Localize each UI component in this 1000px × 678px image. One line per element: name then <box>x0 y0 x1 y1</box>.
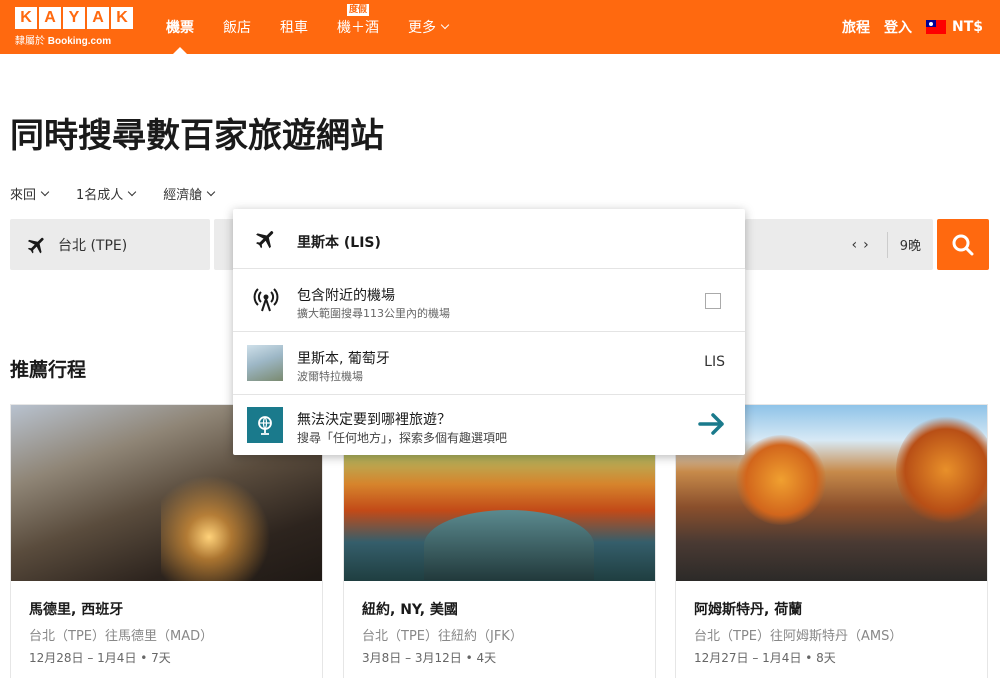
date-field[interactable]: ‹› 9晚 <box>745 219 933 270</box>
login-link[interactable]: 登入 <box>884 17 912 37</box>
destination-input-row[interactable]: 里斯本 (LIS) <box>233 209 745 269</box>
destination-dropdown: 里斯本 (LIS) 包含附近的機場 擴大範圍搜尋113公里內的機場 里斯本, 葡… <box>233 209 745 455</box>
card-title: 阿姆斯特丹, 荷蘭 <box>694 602 803 618</box>
card-route: 台北（TPE）往阿姆斯特丹（AMS） <box>694 629 903 644</box>
chevron-down-icon <box>128 187 137 196</box>
card-dates: 12月27日 – 1月4日 • 8天 <box>694 651 836 665</box>
card-body: 阿姆斯特丹, 荷蘭 台北（TPE）往阿姆斯特丹（AMS） 12月27日 – 1月… <box>676 581 987 666</box>
logo-letter: K <box>111 7 133 29</box>
destination-input-value[interactable]: 里斯本 (LIS) <box>297 232 381 252</box>
logo-letters: K A Y A K <box>15 7 135 29</box>
arrow-right-icon[interactable] <box>697 411 727 437</box>
packages-badge: 度假 <box>346 4 370 16</box>
header-actions: 旅程 登入 NT$ <box>842 0 983 54</box>
trips-link[interactable]: 旅程 <box>842 17 870 37</box>
plane-icon <box>253 226 279 252</box>
main-nav: 機票 飯店 租車 度假 機＋酒 更多 <box>166 0 477 54</box>
logo-sub-brand: Booking.com <box>47 36 112 47</box>
nav-flights[interactable]: 機票 <box>166 0 194 54</box>
lisbon-airport-option[interactable]: 里斯本, 葡萄牙 波爾特拉機場 LIS <box>233 332 745 395</box>
nearby-airports-option[interactable]: 包含附近的機場 擴大範圍搜尋113公里內的機場 <box>233 269 745 332</box>
nav-flights-label: 機票 <box>166 20 194 36</box>
nav-more-label: 更多 <box>408 20 436 36</box>
nav-cars[interactable]: 租車 <box>280 0 308 54</box>
card-title: 紐約, NY, 美國 <box>362 602 458 618</box>
logo-letter: K <box>15 7 37 29</box>
card-body: 紐約, NY, 美國 台北（TPE）往紐約（JFK） 3月8日 – 3月12日 … <box>344 581 655 666</box>
search-button[interactable] <box>937 219 989 270</box>
chevron-down-icon <box>440 20 450 30</box>
park-pond <box>424 510 594 580</box>
nearby-airports-title: 包含附近的機場 <box>297 288 395 304</box>
card-route: 台北（TPE）往馬德里（MAD） <box>29 629 214 644</box>
logo-subtitle: 隸屬於 Booking.com <box>15 32 135 47</box>
logo-letter: A <box>39 7 61 29</box>
nearby-airports-checkbox[interactable] <box>705 293 721 309</box>
travelers-label: 1名成人 <box>76 188 124 203</box>
currency-label: NT$ <box>951 19 983 35</box>
nav-hotels-label: 飯店 <box>223 20 251 36</box>
date-arrows[interactable]: ‹› <box>852 237 875 253</box>
logo-sub-prefix: 隸屬於 <box>15 36 45 47</box>
globe-icon <box>247 407 283 443</box>
card-dates: 12月28日 – 1月4日 • 7天 <box>29 651 171 665</box>
trip-type-label: 來回 <box>10 188 37 203</box>
chevron-down-icon <box>40 187 50 196</box>
card-dates: 3月8日 – 3月12日 • 4天 <box>362 651 497 665</box>
radar-tower-icon <box>253 287 279 313</box>
date-divider <box>886 231 888 258</box>
anywhere-subtitle: 搜尋「任何地方」，探索多個有趣選項吧 <box>297 431 508 445</box>
travelers-selector[interactable]: 1名成人 <box>76 184 137 203</box>
logo-letter: Y <box>63 7 85 29</box>
street-lights-glow <box>161 465 281 581</box>
page-headline: 同時搜尋數百家旅遊網站 <box>10 116 384 156</box>
lisbon-airport-name: 波爾特拉機場 <box>297 370 363 383</box>
anywhere-title: 無法決定要到哪裡旅遊？ <box>297 412 451 428</box>
anywhere-option[interactable]: 無法決定要到哪裡旅遊？ 搜尋「任何地方」，探索多個有趣選項吧 <box>233 395 745 455</box>
trip-type-selector[interactable]: 來回 <box>10 184 50 203</box>
logo-letter: A <box>87 7 109 29</box>
currency-selector[interactable]: NT$ <box>925 19 983 35</box>
nav-more[interactable]: 更多 <box>408 0 450 54</box>
lisbon-thumbnail <box>247 345 283 381</box>
card-route: 台北（TPE）往紐約（JFK） <box>362 629 523 644</box>
card-body: 馬德里, 西班牙 台北（TPE）往馬德里（MAD） 12月28日 – 1月4日 … <box>11 581 322 666</box>
nights-value: 9晚 <box>899 239 921 254</box>
recommended-title: 推薦行程 <box>10 359 87 381</box>
cabin-selector[interactable]: 經濟艙 <box>163 184 216 203</box>
origin-value: 台北 (TPE) <box>58 237 128 254</box>
plane-icon <box>27 237 44 253</box>
nav-hotels[interactable]: 飯店 <box>223 0 251 54</box>
autumn-tree <box>736 435 826 525</box>
chevron-down-icon <box>207 187 216 196</box>
autumn-tree <box>896 415 987 525</box>
card-title: 馬德里, 西班牙 <box>29 602 124 618</box>
nearby-airports-subtitle: 擴大範圍搜尋113公里內的機場 <box>297 307 450 320</box>
cabin-label: 經濟艙 <box>163 188 203 203</box>
kayak-logo[interactable]: K A Y A K 隸屬於 Booking.com <box>15 7 135 47</box>
nav-packages-label: 機＋酒 <box>337 20 379 36</box>
search-icon <box>952 234 974 255</box>
taiwan-flag-icon <box>925 20 946 34</box>
top-header: K A Y A K 隸屬於 Booking.com 機票 飯店 租車 度假 機＋… <box>0 0 1000 54</box>
search-options: 來回 1名成人 經濟艙 <box>10 184 216 203</box>
nav-cars-label: 租車 <box>280 20 308 36</box>
lisbon-city-title: 里斯本, 葡萄牙 <box>297 351 390 367</box>
airport-code: LIS <box>704 354 725 370</box>
origin-field[interactable]: 台北 (TPE) <box>10 219 210 270</box>
nav-packages[interactable]: 度假 機＋酒 <box>337 0 379 54</box>
